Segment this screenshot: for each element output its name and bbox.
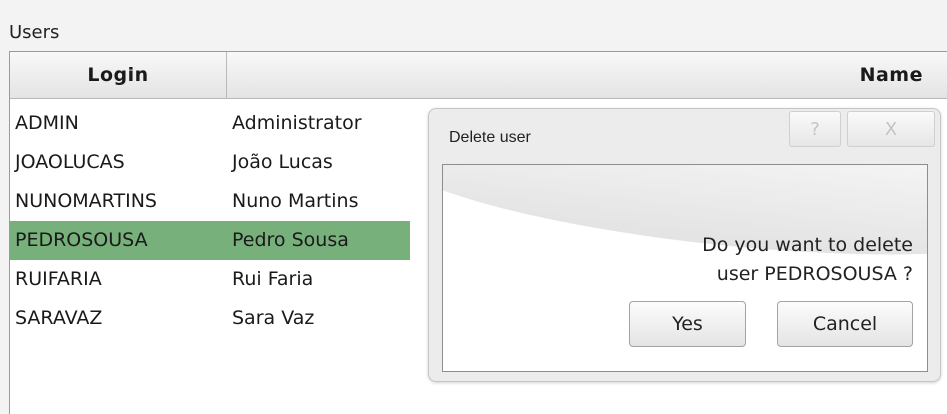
dialog-title: Delete user (449, 129, 531, 146)
table-row-selected[interactable]: PEDROSOUSA Pedro Sousa (10, 221, 410, 260)
table-row[interactable]: NUNOMARTINS Nuno Martins (10, 182, 410, 221)
cell-login: RUIFARIA (15, 268, 102, 290)
cell-name: Sara Vaz (232, 307, 315, 329)
dialog-body: Do you want to delete user PEDROSOUSA ? … (442, 164, 928, 372)
cell-name: Administrator (232, 112, 362, 134)
cell-name: Nuno Martins (232, 190, 359, 212)
close-icon: X (884, 118, 898, 140)
cell-login: PEDROSOUSA (15, 229, 148, 251)
cell-name: João Lucas (232, 151, 333, 173)
message-line-1: Do you want to delete (702, 234, 913, 256)
cell-name: Pedro Sousa (232, 229, 349, 251)
confirmation-message: Do you want to delete user PEDROSOUSA ? (702, 231, 913, 289)
cell-login: SARAVAZ (15, 307, 103, 329)
table-row[interactable]: JOAOLUCAS João Lucas (10, 143, 410, 182)
close-button[interactable]: X (847, 111, 935, 147)
cell-login: ADMIN (15, 112, 79, 134)
column-header-name[interactable]: Name (860, 52, 923, 98)
cell-login: JOAOLUCAS (15, 151, 125, 173)
users-group-label: Users (9, 22, 60, 43)
table-header: Login Name (10, 52, 947, 99)
message-line-2: user PEDROSOUSA ? (716, 263, 913, 285)
column-header-login[interactable]: Login (10, 52, 227, 98)
table-row[interactable]: RUIFARIA Rui Faria (10, 260, 410, 299)
yes-button[interactable]: Yes (629, 301, 746, 347)
cancel-button[interactable]: Cancel (777, 301, 913, 347)
cell-login: NUNOMARTINS (15, 190, 157, 212)
help-button[interactable]: ? (789, 111, 841, 147)
table-row[interactable]: ADMIN Administrator (10, 104, 410, 143)
delete-user-dialog: Delete user ? X Do you want to delete us… (428, 108, 941, 382)
table-row[interactable]: SARAVAZ Sara Vaz (10, 299, 410, 338)
cell-name: Rui Faria (232, 268, 314, 290)
help-icon: ? (810, 118, 820, 140)
